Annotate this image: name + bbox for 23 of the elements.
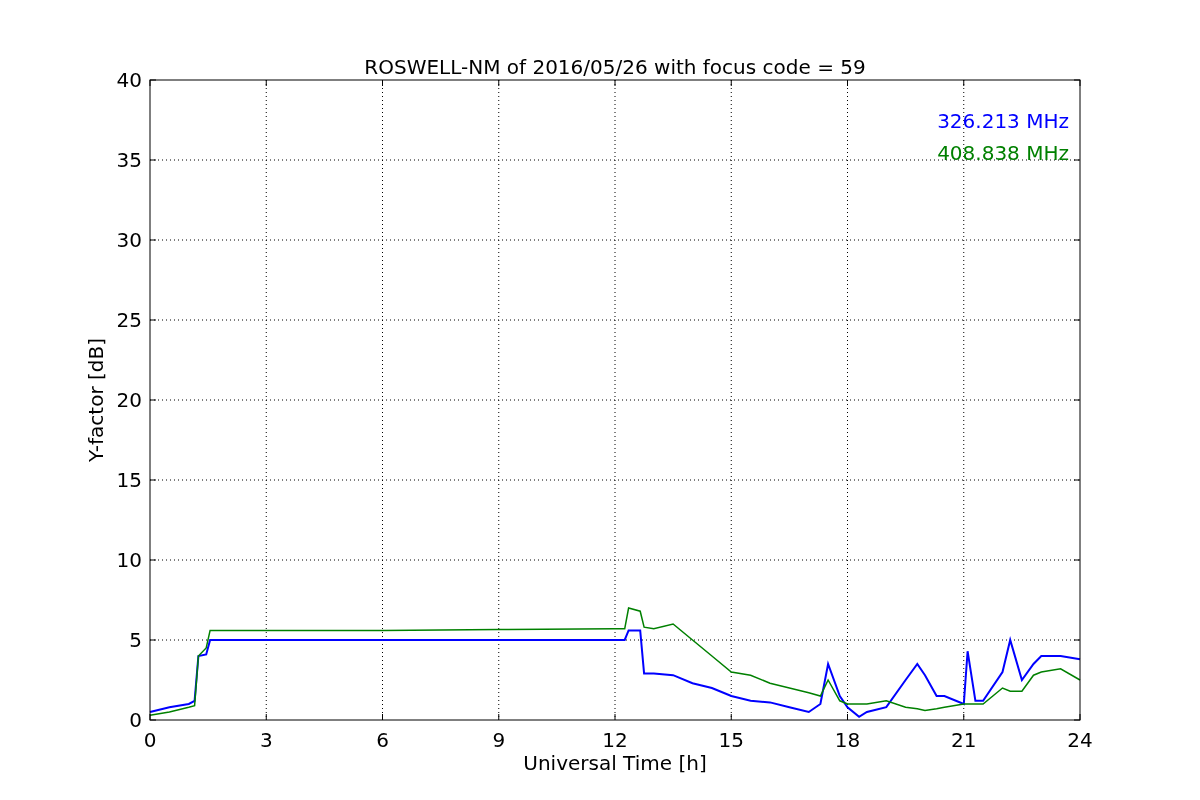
tick-label: 24 [1067, 728, 1093, 752]
tick-label: 3 [259, 728, 273, 752]
tick-label: 30 [116, 228, 142, 252]
tick-label: 35 [116, 148, 142, 172]
tick-label: 9 [492, 728, 506, 752]
tick-label: 20 [116, 388, 142, 412]
tick-label: 15 [718, 728, 744, 752]
tick-label: 6 [376, 728, 389, 752]
axis-label: Universal Time [h] [523, 751, 707, 775]
tick-label: 21 [951, 728, 977, 752]
tick-label: 12 [602, 728, 628, 752]
tick-label: 15 [116, 468, 142, 492]
tick-label: 18 [834, 728, 861, 752]
tick-label: 25 [116, 308, 142, 332]
legend-label: 408.838 MHz [937, 141, 1069, 165]
tick-label: 5 [129, 628, 142, 652]
axis-label: Y-factor [dB] [84, 338, 108, 462]
tick-label: 0 [129, 708, 142, 732]
tick-label: 10 [116, 548, 142, 572]
legend-label: 326.213 MHz [937, 109, 1069, 133]
tick-label: 0 [143, 728, 157, 752]
chart-title: ROSWELL-NM of 2016/05/26 with focus code = 59 [364, 55, 866, 79]
tick-label: 40 [116, 68, 142, 92]
